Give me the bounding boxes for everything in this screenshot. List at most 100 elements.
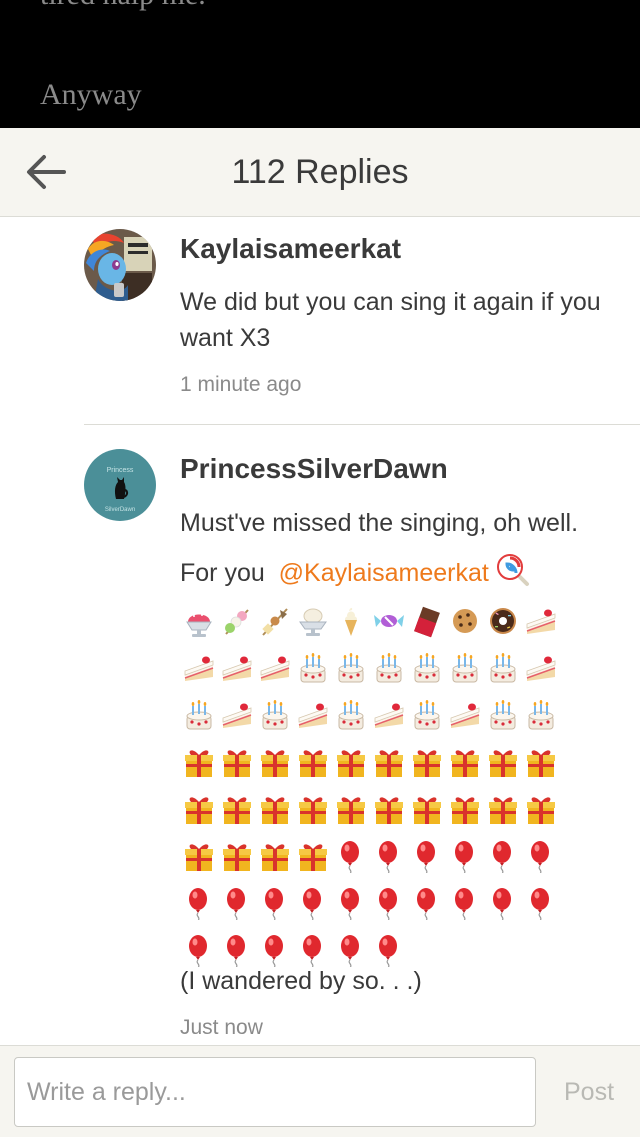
balloon-icon <box>522 837 560 875</box>
emoji-grid <box>180 597 570 973</box>
balloon-icon <box>218 884 256 922</box>
balloon-icon <box>446 837 484 875</box>
black-cat-teal-circle-avatar: Princess SilverDawn <box>84 449 156 521</box>
avatar-text-bottom: SilverDawn <box>105 507 135 513</box>
reply-input[interactable] <box>14 1057 536 1127</box>
gift-icon <box>484 790 522 828</box>
ice-cream-icon <box>294 602 332 640</box>
post-button[interactable]: Post <box>548 1057 630 1127</box>
balloon-icon <box>522 884 560 922</box>
comment-username[interactable]: Kaylaisameerkat <box>180 233 401 265</box>
gift-icon <box>180 790 218 828</box>
comment-text: Must've missed the singing, oh well. <box>180 509 579 537</box>
balloon-icon <box>180 884 218 922</box>
birthday-cake-icon <box>408 649 446 687</box>
gift-icon <box>446 743 484 781</box>
gift-icon <box>408 790 446 828</box>
gift-icon <box>218 837 256 875</box>
gift-icon <box>484 743 522 781</box>
for-you-line: For you @Kaylaisameerkat <box>180 553 640 591</box>
comment-timestamp: 1 minute ago <box>180 373 302 396</box>
shortcake-icon <box>218 649 256 687</box>
for-you-label: For you <box>180 559 265 587</box>
balloon-icon <box>332 837 370 875</box>
comment-timestamp: Just now <box>180 1016 263 1039</box>
shortcake-icon <box>522 649 560 687</box>
birthday-cake-icon <box>180 696 218 734</box>
balloon-icon <box>408 884 446 922</box>
oden-icon <box>256 602 294 640</box>
reply-composer: Post <box>0 1045 640 1137</box>
birthday-cake-icon <box>408 696 446 734</box>
avatar-text-top: Princess <box>107 467 134 474</box>
comment-username[interactable]: PrincessSilverDawn <box>180 453 448 485</box>
comment-closing-text: (I wandered by so. . .) <box>180 967 422 995</box>
dango-icon <box>218 602 256 640</box>
gift-icon <box>408 743 446 781</box>
gift-icon <box>446 790 484 828</box>
birthday-cake-icon <box>370 649 408 687</box>
shortcake-icon <box>522 602 560 640</box>
soft-ice-cream-icon <box>332 602 370 640</box>
balloon-icon <box>484 884 522 922</box>
shortcake-icon <box>180 649 218 687</box>
emoji-row <box>180 644 570 691</box>
comment-list[interactable]: Kaylaisameerkat We did but you can sing … <box>0 217 640 1045</box>
arrow-left-icon <box>27 155 66 189</box>
gift-icon <box>370 743 408 781</box>
birthday-cake-icon <box>332 649 370 687</box>
mention-link[interactable]: @Kaylaisameerkat <box>279 559 489 587</box>
gift-icon <box>294 743 332 781</box>
gift-icon <box>256 790 294 828</box>
gift-icon <box>294 837 332 875</box>
chocolate-bar-icon <box>408 602 446 640</box>
gift-icon <box>522 790 560 828</box>
balloon-icon <box>484 837 522 875</box>
cookie-icon <box>446 602 484 640</box>
birthday-cake-icon <box>522 696 560 734</box>
birthday-cake-icon <box>294 649 332 687</box>
candy-icon <box>370 602 408 640</box>
emoji-row <box>180 832 570 879</box>
article-text-line: Anyway <box>40 78 142 111</box>
balloon-icon <box>332 884 370 922</box>
balloon-icon <box>446 884 484 922</box>
gift-icon <box>332 790 370 828</box>
gift-icon <box>332 743 370 781</box>
avatar[interactable]: Princess SilverDawn <box>84 449 156 521</box>
shortcake-icon <box>294 696 332 734</box>
birthday-cake-icon <box>484 649 522 687</box>
lollipop-icon <box>496 554 529 586</box>
gift-icon <box>370 790 408 828</box>
shortcake-icon <box>446 696 484 734</box>
replies-header: 112 Replies <box>0 128 640 217</box>
balloon-icon <box>370 884 408 922</box>
balloon-icon <box>408 837 446 875</box>
birthday-cake-icon <box>332 696 370 734</box>
gift-icon <box>294 790 332 828</box>
shortcake-icon <box>370 696 408 734</box>
balloon-icon <box>256 884 294 922</box>
gift-icon <box>256 837 294 875</box>
balloon-icon <box>294 884 332 922</box>
pony-avatar-image <box>84 229 156 301</box>
avatar[interactable] <box>84 229 156 301</box>
gift-icon <box>180 837 218 875</box>
emoji-row <box>180 691 570 738</box>
birthday-cake-icon <box>484 696 522 734</box>
shortcake-icon <box>218 696 256 734</box>
emoji-row <box>180 738 570 785</box>
background-article: tired halp me. Anyway <box>0 0 640 128</box>
comment-item: Kaylaisameerkat We did but you can sing … <box>84 217 640 422</box>
doughnut-icon <box>484 602 522 640</box>
shaved-ice-icon <box>180 602 218 640</box>
back-button[interactable] <box>18 148 74 196</box>
shortcake-icon <box>256 649 294 687</box>
birthday-cake-icon <box>256 696 294 734</box>
comment-item: Princess SilverDawn PrincessSilverDawn M… <box>84 425 640 1045</box>
gift-icon <box>218 743 256 781</box>
gift-icon <box>256 743 294 781</box>
page-title: 112 Replies <box>231 153 409 191</box>
emoji-row <box>180 879 570 926</box>
gift-icon <box>180 743 218 781</box>
